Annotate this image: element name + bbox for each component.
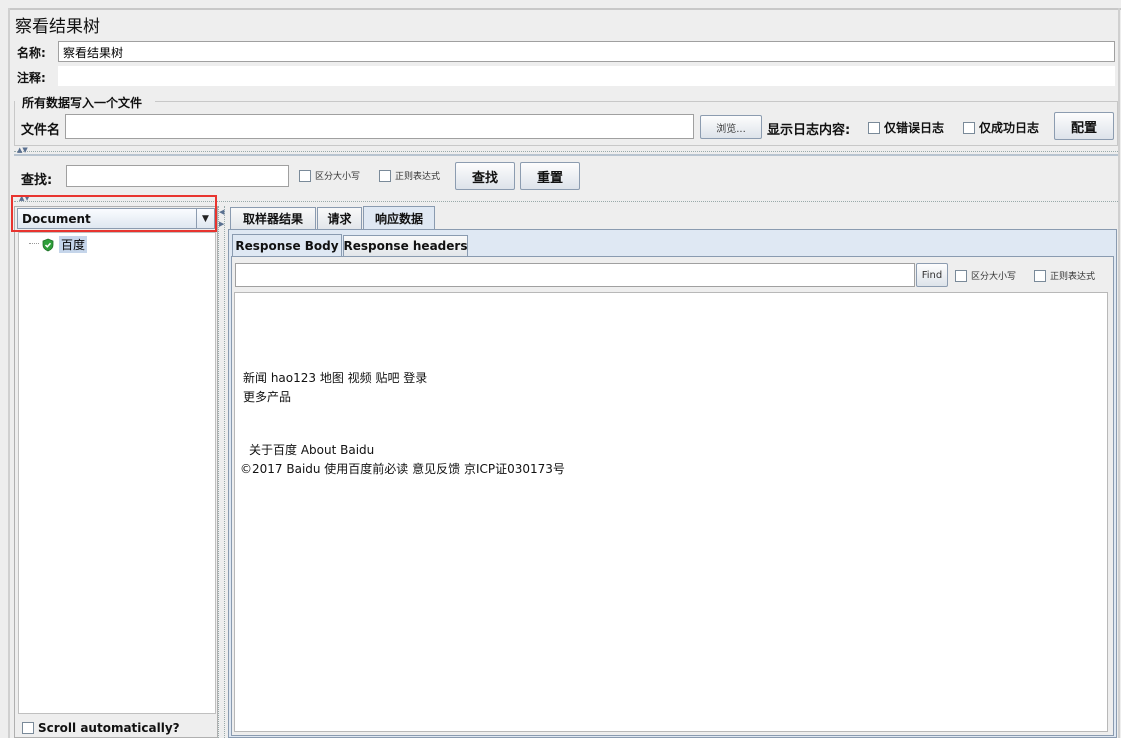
response-case-box[interactable] [955, 270, 967, 282]
tree-connector [29, 243, 39, 244]
vertical-splitter[interactable]: ◀ ▶ [218, 206, 225, 738]
file-section-top-line [155, 101, 1118, 102]
log-content-label: 显示日志内容: [767, 119, 850, 138]
success-only-box[interactable] [963, 122, 975, 134]
response-find-input[interactable] [235, 263, 915, 287]
search-input[interactable] [66, 165, 289, 187]
response-regex-box[interactable] [1034, 270, 1046, 282]
response-line-copyright: ©2017 Baidu 使用百度前必读 意见反馈 京ICP证030173号 [240, 460, 565, 477]
tab-response-headers[interactable]: Response headers [343, 235, 468, 256]
search-case-box[interactable] [299, 170, 311, 182]
errors-only-checkbox[interactable]: 仅错误日志 [868, 119, 944, 136]
tab-request[interactable]: 请求 [317, 207, 362, 229]
splitter-top-arrows[interactable]: ▲▼ [17, 146, 28, 154]
panel-title: 察看结果树 [15, 12, 100, 37]
success-only-label: 仅成功日志 [979, 119, 1039, 136]
search-label: 查找: [21, 169, 52, 188]
errors-only-box[interactable] [868, 122, 880, 134]
success-shield-icon [41, 238, 55, 252]
search-regex-checkbox[interactable]: 正则表达式 [379, 169, 440, 182]
scroll-auto-checkbox[interactable]: Scroll automatically? [22, 721, 180, 735]
response-line-about: 关于百度 About Baidu [249, 441, 374, 458]
result-tree: 百度 [18, 232, 216, 714]
splitter-top-line [14, 154, 1118, 156]
response-case-label: 区分大小写 [971, 269, 1016, 282]
splitter-top[interactable] [14, 151, 1118, 152]
tree-item-label: 百度 [59, 236, 87, 253]
tab-response-data[interactable]: 响应数据 [363, 206, 435, 229]
response-line-nav: 新闻 hao123 地图 视频 贴吧 登录 [243, 369, 427, 386]
scroll-auto-box[interactable] [22, 722, 34, 734]
search-case-checkbox[interactable]: 区分大小写 [299, 169, 360, 182]
collapse-left-icon[interactable]: ◀ [219, 208, 224, 216]
right-edge [1118, 8, 1120, 738]
tab-response-body[interactable]: Response Body [232, 234, 342, 257]
configure-button[interactable]: 配置 [1054, 112, 1114, 140]
comment-field[interactable] [58, 66, 1115, 86]
comment-label: 注释: [17, 69, 46, 86]
highlight-box [11, 195, 217, 232]
errors-only-label: 仅错误日志 [884, 119, 944, 136]
name-field-value: 察看结果树 [63, 46, 123, 60]
scroll-auto-label: Scroll automatically? [38, 721, 180, 735]
search-regex-box[interactable] [379, 170, 391, 182]
name-field[interactable]: 察看结果树 [58, 41, 1115, 62]
filename-input[interactable] [65, 114, 694, 139]
response-regex-checkbox[interactable]: 正则表达式 [1034, 269, 1095, 282]
file-section-legend: 所有数据写入一个文件 [22, 94, 142, 111]
tree-item[interactable]: 百度 [41, 236, 87, 253]
left-border [8, 8, 10, 738]
response-regex-label: 正则表达式 [1050, 269, 1095, 282]
top-border [8, 8, 1121, 10]
search-case-label: 区分大小写 [315, 169, 360, 182]
response-line-more: 更多产品 [243, 388, 291, 405]
tab-sampler-result[interactable]: 取样器结果 [230, 207, 316, 229]
search-regex-label: 正则表达式 [395, 169, 440, 182]
reset-button[interactable]: 重置 [520, 162, 580, 190]
name-label: 名称: [17, 44, 46, 61]
response-find-button[interactable]: Find [916, 263, 948, 287]
response-case-checkbox[interactable]: 区分大小写 [955, 269, 1016, 282]
find-button[interactable]: 查找 [455, 162, 515, 190]
response-body-area[interactable] [234, 292, 1108, 732]
success-only-checkbox[interactable]: 仅成功日志 [963, 119, 1039, 136]
expand-right-icon[interactable]: ▶ [219, 220, 224, 228]
browse-button[interactable]: 浏览... [700, 115, 762, 139]
filename-label: 文件名 [21, 119, 60, 138]
